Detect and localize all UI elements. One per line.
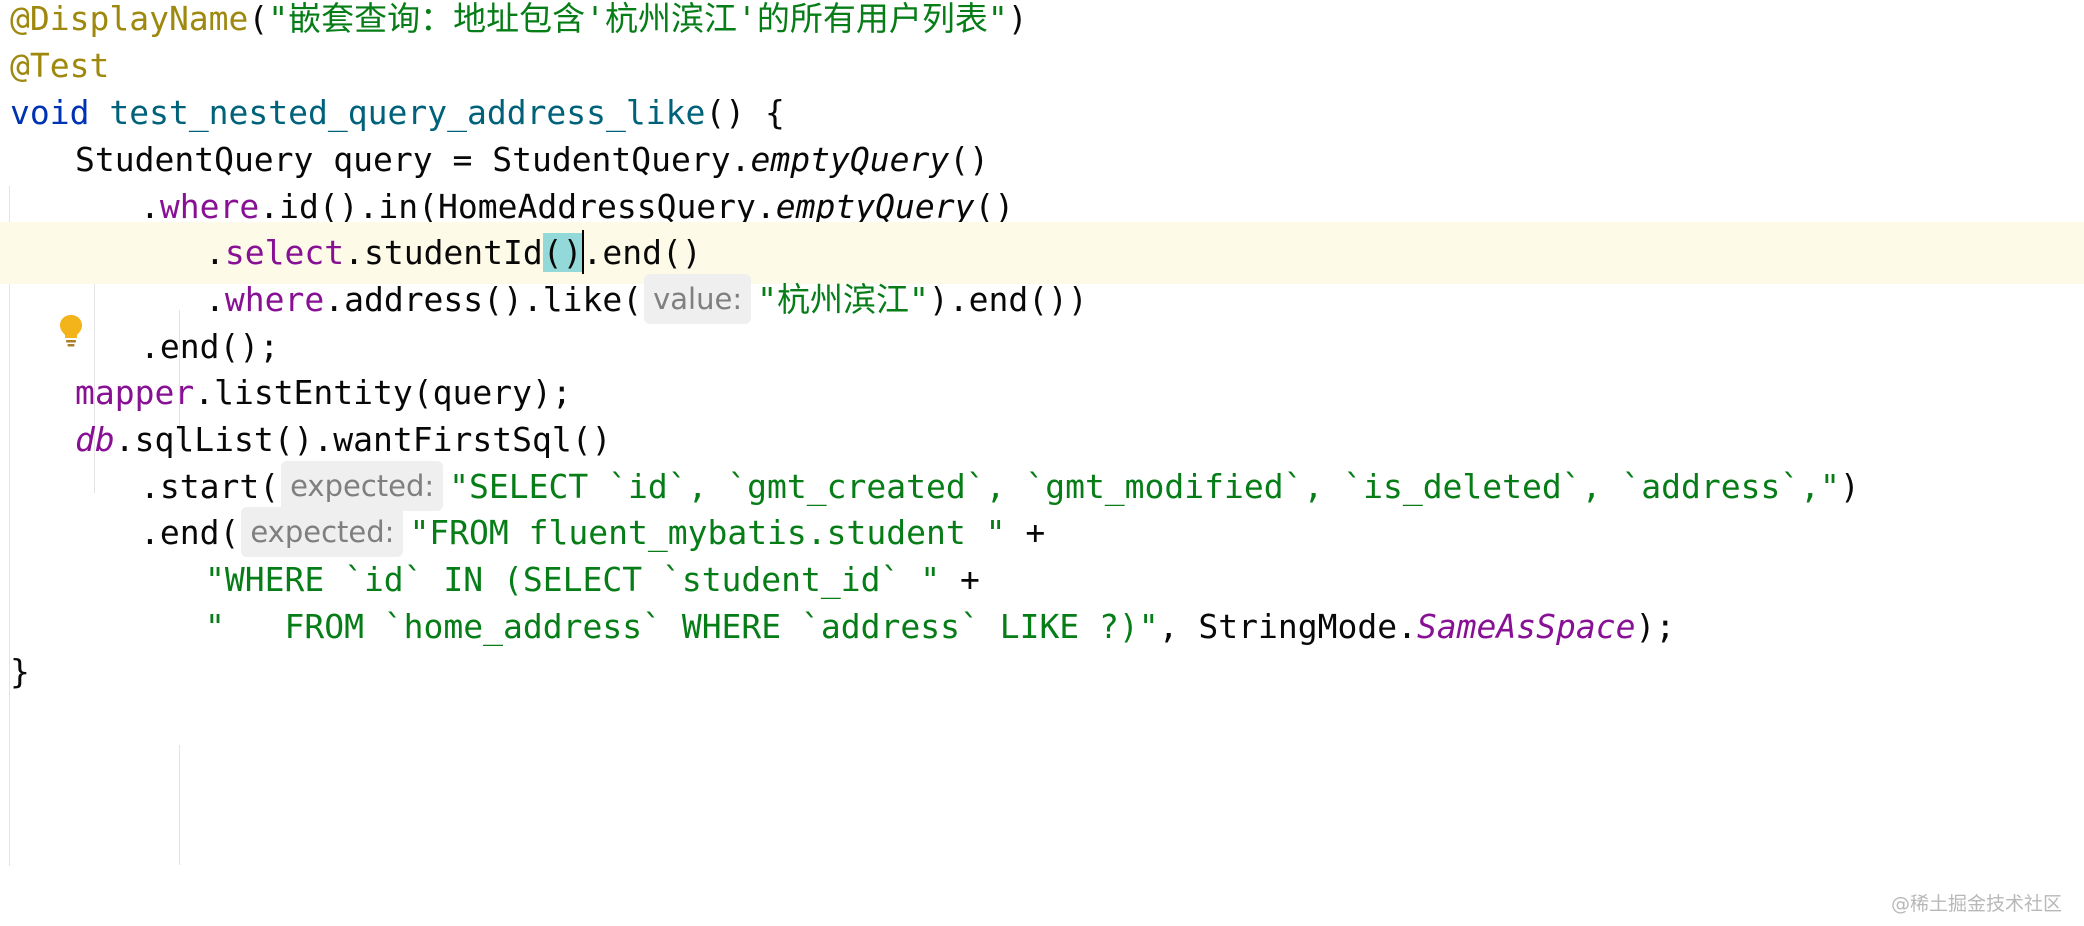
- code-token: void: [10, 93, 110, 132]
- code-token: .start(: [140, 467, 280, 506]
- code-token: emptyQuery: [750, 140, 950, 179]
- code-token: .: [205, 280, 225, 319]
- code-token: ).end()): [928, 280, 1088, 319]
- code-token: emptyQuery: [775, 187, 975, 226]
- code-line[interactable]: }: [0, 641, 2084, 703]
- code-token: test_nested_query_address_like: [109, 93, 706, 132]
- code-token: @Test: [10, 46, 110, 85]
- code-token: mapper: [75, 373, 195, 412]
- code-token: .studentId: [344, 233, 543, 272]
- code-token: .end(): [582, 233, 702, 272]
- code-token: .: [140, 187, 160, 226]
- code-token: +: [1005, 513, 1046, 552]
- code-token: +: [940, 560, 980, 599]
- code-token: "杭州滨江": [757, 280, 929, 319]
- code-token: StudentQuery query = StudentQuery.: [75, 140, 751, 179]
- code-token: where: [224, 280, 325, 319]
- code-token: .address().like(: [324, 280, 643, 319]
- code-token: @DisplayName: [10, 0, 249, 38]
- lightbulb-icon[interactable]: [58, 313, 84, 347]
- code-token: }: [10, 652, 30, 691]
- code-token: "嵌套查询：地址包含'杭州滨江'的所有用户列表": [268, 0, 1008, 38]
- brace-match-highlight: (): [542, 233, 583, 272]
- code-token: ): [1839, 467, 1860, 506]
- code-token: "SELECT `id`, `gmt_created`, `gmt_modifi…: [449, 467, 1840, 506]
- code-token: where: [159, 187, 260, 226]
- code-token: (): [949, 140, 989, 179]
- code-editor[interactable]: @DisplayName("嵌套查询：地址包含'杭州滨江'的所有用户列表") @T…: [0, 0, 2084, 926]
- code-token: select: [224, 233, 345, 272]
- code-token: (: [248, 0, 269, 38]
- code-token: "FROM fluent_mybatis.student ": [409, 513, 1006, 552]
- watermark: @稀土掘金技术社区: [1890, 893, 2062, 915]
- code-token: .listEntity(query);: [194, 373, 572, 412]
- code-token: .end(: [140, 513, 240, 552]
- code-token: .end();: [140, 327, 280, 366]
- code-token: () {: [705, 93, 785, 132]
- code-text: }: [10, 641, 30, 703]
- code-token: db: [75, 420, 115, 459]
- code-token: (): [974, 187, 1015, 226]
- code-token: "WHERE `id` IN (SELECT `student_id` ": [205, 560, 941, 599]
- code-token: .id().in(HomeAddressQuery.: [259, 187, 776, 226]
- code-token: .sqlList().wantFirstSql(): [114, 420, 612, 459]
- code-token: ): [1007, 0, 1028, 38]
- indent-guide: [179, 745, 180, 865]
- code-token: .: [205, 233, 225, 272]
